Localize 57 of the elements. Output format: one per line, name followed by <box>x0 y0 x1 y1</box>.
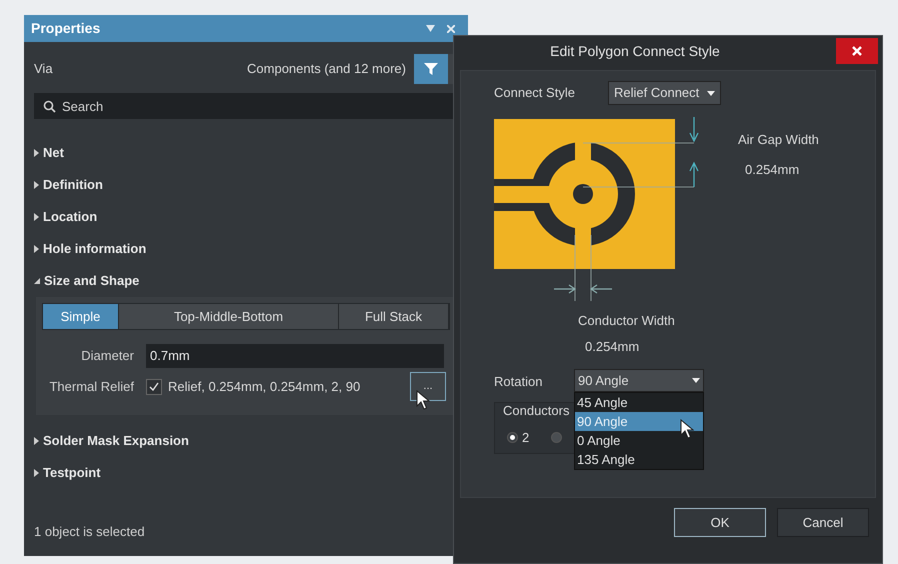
dialog-title: Edit Polygon Connect Style <box>549 42 721 61</box>
caret-icon <box>692 378 700 383</box>
field-label: Connect Style <box>494 84 576 102</box>
checkbox[interactable] <box>146 378 162 394</box>
check-icon <box>149 382 159 391</box>
filter-label: Components (and 12 more) <box>247 60 406 78</box>
caret-icon <box>707 90 716 96</box>
diameter-field[interactable]: 0.7mm <box>146 344 444 368</box>
collapsed-icon[interactable] <box>34 245 39 253</box>
menu-item[interactable]: 0 Angle <box>575 431 703 450</box>
collapsed-icon[interactable] <box>34 213 39 221</box>
expanded-icon[interactable] <box>34 278 40 284</box>
collapsed-icon[interactable] <box>34 469 39 477</box>
menu-item[interactable]: 45 Angle <box>575 393 703 412</box>
collapsed-icon[interactable] <box>34 149 39 157</box>
search-icon <box>43 100 56 112</box>
status-text: 1 object is selected <box>33 522 146 541</box>
conductor-width-label: Conductor Width <box>578 312 676 330</box>
section-header[interactable]: Hole information <box>43 239 146 259</box>
filter-icon <box>424 62 438 76</box>
rotation-dropdown[interactable]: 90 Angle <box>574 369 704 392</box>
dialog-button[interactable]: Cancel <box>777 508 869 537</box>
air-gap-label: Air Gap Width <box>738 131 819 149</box>
section-header[interactable]: Definition <box>43 175 103 195</box>
close-icon[interactable] <box>447 24 455 32</box>
radio-button[interactable] <box>551 432 562 444</box>
section-header[interactable]: Location <box>43 207 98 227</box>
section-header[interactable]: Size and Shape <box>44 271 140 291</box>
field-label: Rotation <box>494 373 544 391</box>
collapsed-icon[interactable] <box>34 437 39 445</box>
radio-button[interactable] <box>507 432 518 444</box>
more-button[interactable]: ... <box>410 372 446 401</box>
menu-item[interactable]: 135 Angle <box>575 450 703 469</box>
dropdown-icon[interactable] <box>426 25 435 32</box>
field-label: Diameter <box>80 347 135 366</box>
thermal-relief-value: Relief, 0.254mm, 0.254mm, 2, 90 <box>168 378 362 396</box>
tab[interactable]: Full Stack <box>339 304 449 329</box>
dialog-button[interactable]: OK <box>674 508 766 537</box>
collapsed-icon[interactable] <box>34 181 39 189</box>
field-label: Thermal Relief <box>48 378 135 396</box>
cursor-icon <box>416 390 430 410</box>
filter-button[interactable] <box>414 54 448 84</box>
section-header[interactable]: Solder Mask Expansion <box>43 431 189 451</box>
panel-title: Properties <box>31 19 102 38</box>
object-type-label: Via <box>34 60 54 78</box>
air-gap-value: 0.254mm <box>745 160 800 178</box>
close-button[interactable] <box>836 38 878 64</box>
section-header[interactable]: Net <box>43 143 64 163</box>
tab[interactable]: Top-Middle-Bottom <box>119 304 339 329</box>
tab[interactable]: Simple <box>43 304 119 329</box>
close-icon <box>852 46 862 56</box>
section-header[interactable]: Testpoint <box>43 463 101 483</box>
group-label: Conductors <box>503 402 570 420</box>
cursor-icon <box>680 419 694 439</box>
radio-label: 2 <box>522 429 530 447</box>
connect-style-dropdown[interactable]: Relief Connect <box>608 81 722 105</box>
conductor-width-value: 0.254mm <box>585 338 640 356</box>
